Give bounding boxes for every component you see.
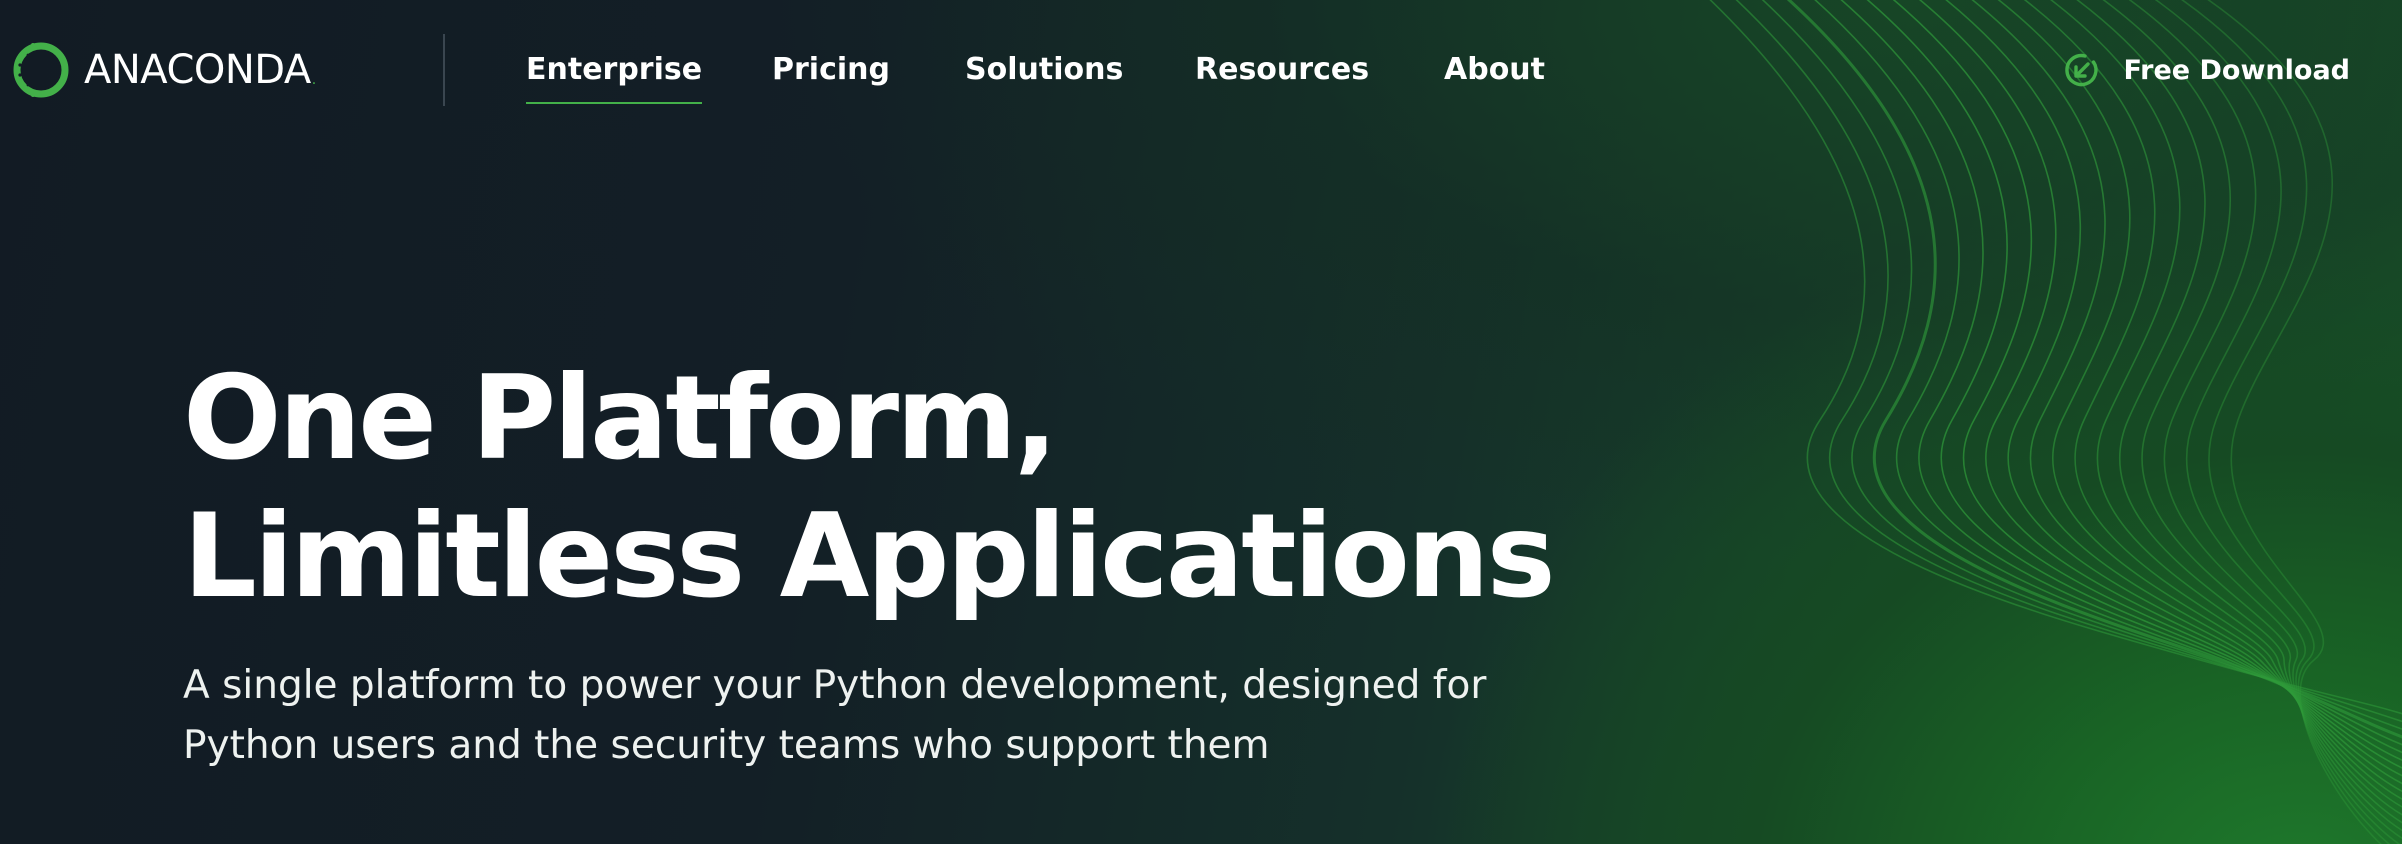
page: ANACONDA . Enterprise Pricing Solutions … xyxy=(0,0,2402,844)
hero-title-line-1: One Platform, xyxy=(183,351,1058,486)
hero-title: One Platform, Limitless Applications xyxy=(183,350,1783,626)
hero-section: One Platform, Limitless Applications A s… xyxy=(183,350,1783,776)
site-header: ANACONDA . Enterprise Pricing Solutions … xyxy=(0,0,2402,140)
anaconda-logo[interactable]: ANACONDA . xyxy=(10,38,316,102)
nav-item-enterprise[interactable]: Enterprise xyxy=(526,42,703,104)
nav-item-resources[interactable]: Resources xyxy=(1195,42,1369,98)
nav-item-solutions[interactable]: Solutions xyxy=(965,42,1123,98)
download-circle-icon xyxy=(2065,53,2099,87)
nav-item-pricing[interactable]: Pricing xyxy=(772,42,890,98)
brand-name: ANACONDA xyxy=(84,47,311,93)
brand-trademark: . xyxy=(311,72,317,88)
free-download-button[interactable]: Free Download xyxy=(2063,44,2350,96)
header-divider xyxy=(443,34,445,106)
anaconda-ring-icon xyxy=(13,42,69,98)
nav-item-about[interactable]: About xyxy=(1444,42,1545,98)
hero-subtitle: A single platform to power your Python d… xyxy=(183,663,1487,768)
hero-title-line-2: Limitless Applications xyxy=(183,489,1556,624)
free-download-label: Free Download xyxy=(2123,54,2350,86)
